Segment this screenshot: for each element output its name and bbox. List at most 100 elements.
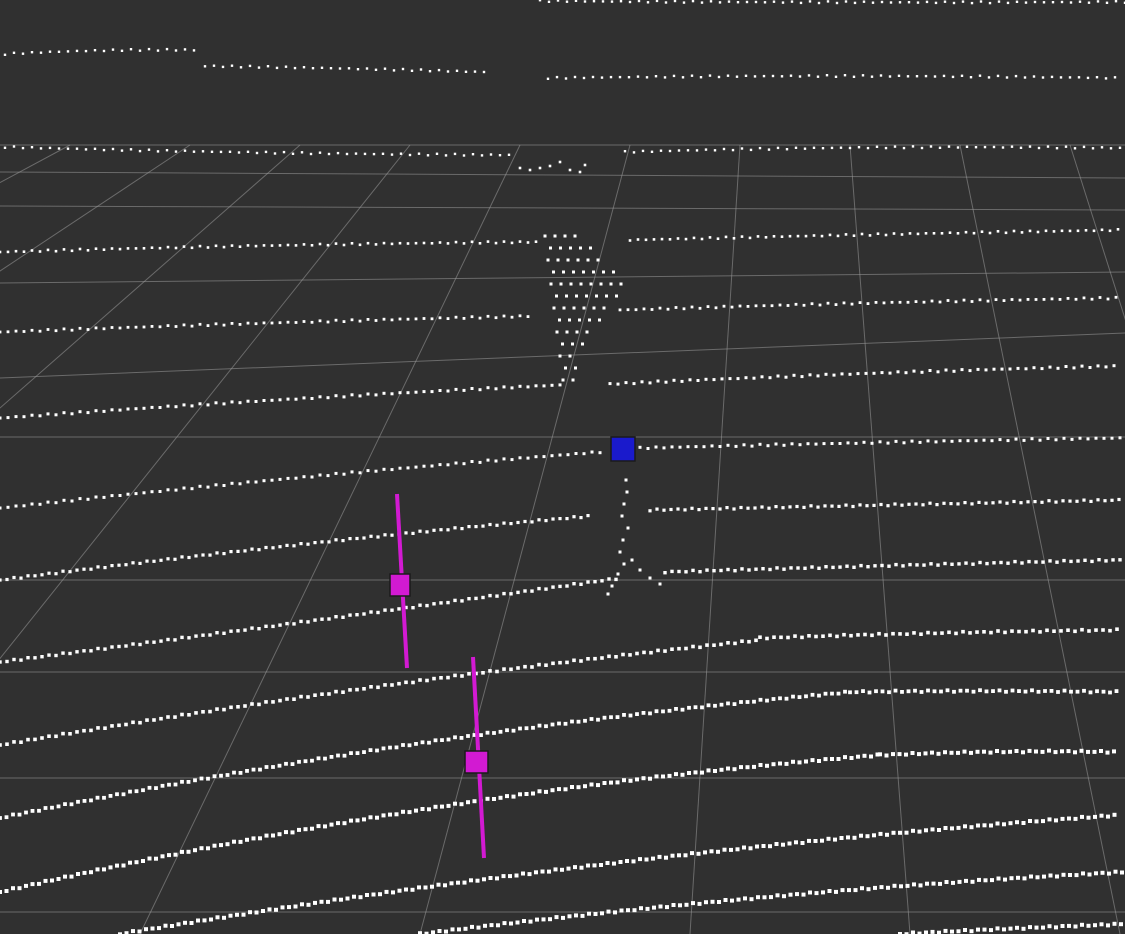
lidar-point: [362, 687, 366, 691]
lidar-point: [86, 249, 90, 252]
lidar-point: [956, 750, 960, 755]
lidar-point: [588, 318, 591, 322]
lidar-point: [407, 810, 412, 815]
lidar-point: [746, 305, 750, 308]
lidar-point: [54, 413, 58, 417]
lidar-point: [810, 565, 814, 569]
lidar-point: [1047, 748, 1051, 753]
lidar-point: [976, 823, 980, 828]
lidar-point: [243, 704, 247, 708]
lidar-point: [1104, 559, 1108, 563]
lidar-point: [63, 802, 67, 806]
lidar-point: [1036, 230, 1040, 234]
lidar-point: [740, 567, 744, 571]
lidar-point: [102, 867, 106, 872]
lidar-point: [1048, 873, 1053, 878]
lidar-point: [862, 0, 866, 3]
lidar-point: [579, 659, 583, 663]
lidar-point: [778, 761, 782, 766]
lidar-point: [158, 406, 162, 409]
lidar-point: [785, 148, 789, 151]
lidar-point: [866, 887, 871, 892]
tracked-object-3-cube[interactable]: [464, 750, 489, 774]
lidar-point: [152, 718, 156, 722]
lidar-point: [186, 849, 191, 854]
point-cloud-scene[interactable]: [0, 0, 1125, 934]
lidar-point: [816, 75, 820, 78]
lidar-point: [642, 650, 646, 655]
lidar-point: [82, 567, 86, 571]
lidar-point: [390, 608, 394, 612]
lidar-point: [466, 734, 470, 738]
grid-line: [849, 144, 911, 934]
lidar-point: [481, 524, 485, 528]
lidar-point: [1034, 925, 1039, 930]
lidar-point: [348, 537, 352, 541]
lidar-point-cloud: [0, 0, 1125, 934]
lidar-point: [454, 387, 458, 391]
lidar-point: [802, 505, 806, 509]
lidar-point: [826, 0, 830, 3]
lidar-point: [528, 919, 533, 924]
lidar-point: [802, 303, 806, 307]
lidar-point: [206, 776, 210, 781]
lidar-point: [152, 640, 156, 644]
lidar-point: [782, 894, 786, 899]
lidar-point: [463, 926, 468, 931]
lidar-point: [723, 898, 728, 902]
lidar-point: [868, 234, 872, 237]
lidar-point: [3, 53, 7, 56]
lidar-point: [746, 506, 750, 510]
lidar-point: [891, 752, 895, 757]
lidar-point: [932, 232, 936, 235]
lidar-point: [432, 602, 436, 606]
lidar-point: [410, 69, 414, 72]
lidar-point: [794, 146, 798, 149]
lidar-point: [460, 527, 464, 531]
lidar-point: [1100, 228, 1104, 232]
lidar-point: [358, 471, 362, 475]
lidar-point: [1010, 688, 1015, 693]
lidar-point: [956, 232, 960, 235]
lidar-point: [834, 75, 838, 78]
lidar-point: [928, 501, 932, 505]
lidar-point: [516, 590, 520, 595]
lidar-point: [89, 567, 93, 571]
lidar-point: [446, 528, 450, 532]
lidar-point: [962, 749, 967, 754]
lidar-point: [544, 663, 548, 667]
lidar-point: [166, 245, 170, 249]
lidar-point: [725, 506, 729, 510]
lidar-point: [264, 624, 268, 628]
lidar-point: [781, 1, 785, 4]
lidar-point: [619, 0, 623, 3]
lidar-point: [488, 669, 492, 673]
lidar-point: [583, 784, 587, 789]
lidar-point: [432, 676, 436, 681]
lidar-point: [530, 665, 534, 669]
lidar-point: [310, 475, 314, 479]
lidar-point: [202, 918, 207, 923]
lidar-point: [572, 658, 576, 663]
lidar-point: [710, 444, 714, 448]
lidar-point: [236, 629, 240, 633]
lidar-point: [581, 342, 584, 346]
lidar-point: [469, 878, 473, 883]
lidar-point: [230, 400, 234, 404]
lidar-point: [48, 50, 52, 53]
lidar-point: [758, 763, 763, 767]
tracked-object-1-cube[interactable]: [610, 436, 636, 462]
lidar-point: [960, 368, 964, 372]
lidar-point: [760, 505, 764, 509]
lidar-point: [677, 569, 681, 574]
lidar-point: [934, 440, 938, 444]
lidar-point: [578, 170, 582, 174]
3d-viewport[interactable]: [0, 0, 1125, 934]
lidar-point: [671, 903, 676, 907]
lidar-point: [297, 759, 301, 764]
grid-line: [139, 144, 521, 934]
tracked-object-2-cube[interactable]: [389, 573, 411, 597]
lidar-point: [193, 848, 197, 853]
lidar-point: [557, 787, 561, 792]
lidar-point: [30, 502, 34, 506]
